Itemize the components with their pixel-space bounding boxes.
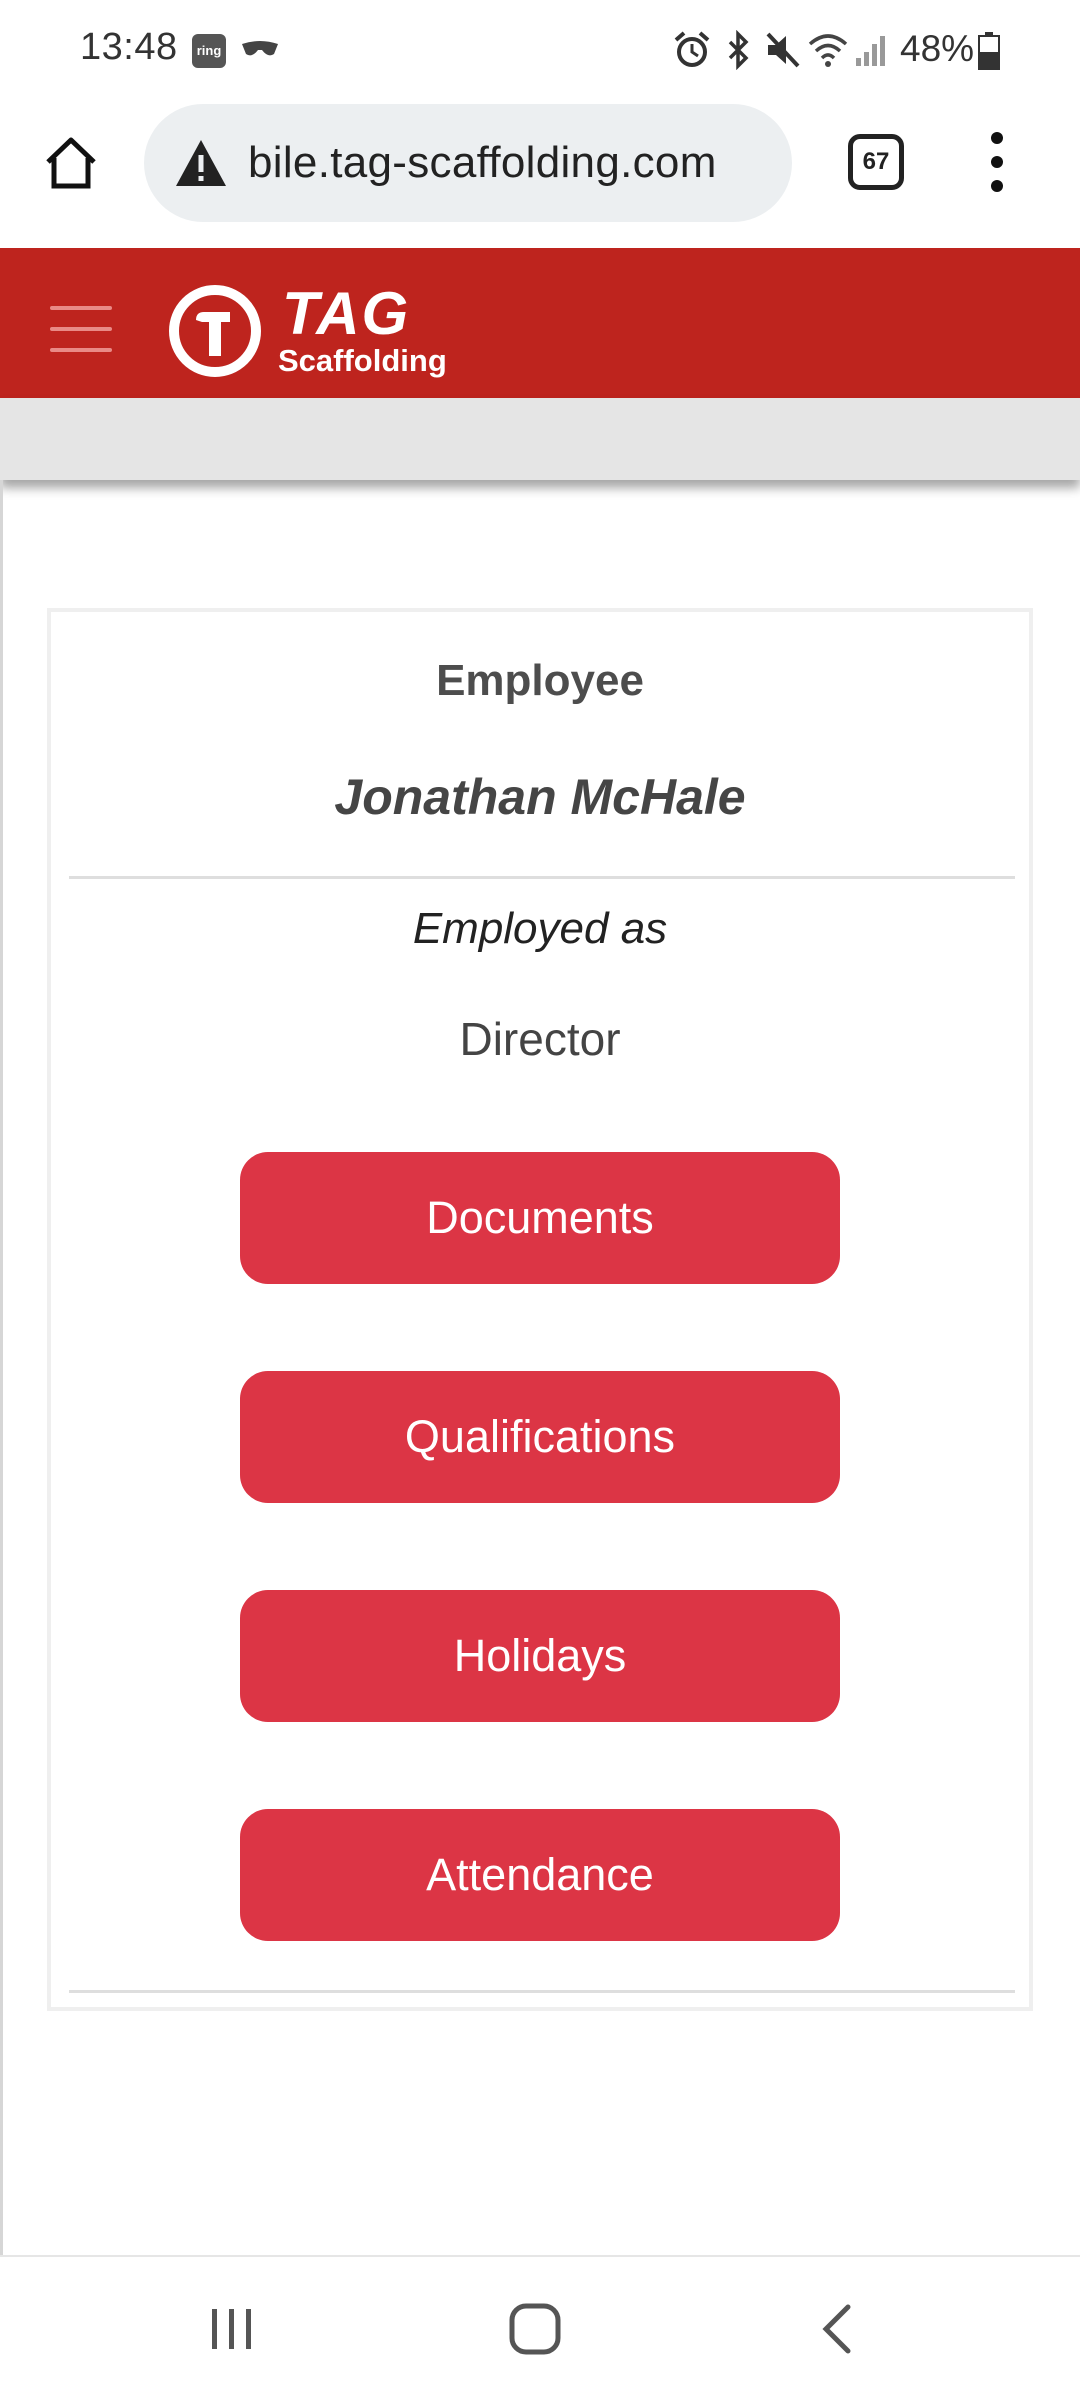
ring-icon: ring xyxy=(192,34,226,68)
employee-name: Jonathan McHale xyxy=(334,769,746,825)
home-icon[interactable] xyxy=(505,2299,565,2359)
page-left-border xyxy=(0,480,3,2255)
mute-icon xyxy=(766,32,800,68)
holidays-button[interactable]: Holidays xyxy=(240,1590,840,1722)
status-bar: 13:48 ring 48% xyxy=(0,0,1080,100)
card-title: Employee xyxy=(436,656,644,705)
more-vert-icon[interactable] xyxy=(982,130,1012,194)
battery-icon xyxy=(978,32,1000,70)
documents-button[interactable]: Documents xyxy=(240,1152,840,1284)
wifi-icon xyxy=(808,34,848,67)
alarm-icon xyxy=(674,31,710,67)
signal-icon xyxy=(856,36,885,66)
system-nav-bar xyxy=(0,2255,1080,2400)
subheader-band xyxy=(0,398,1080,480)
employed-as-label: Employed as xyxy=(412,904,668,953)
bluetooth-icon xyxy=(728,30,749,70)
address-bar[interactable]: bile.tag-scaffolding.com xyxy=(144,104,792,222)
back-icon[interactable] xyxy=(808,2299,868,2359)
glasses-icon xyxy=(242,41,278,56)
browser-toolbar: bile.tag-scaffolding.com 67 xyxy=(0,100,1080,248)
tag-logo-icon xyxy=(169,285,261,377)
employee-role: Director xyxy=(459,1013,621,1065)
url-text[interactable]: bile.tag-scaffolding.com xyxy=(248,138,717,188)
logo-subtitle: Scaffolding xyxy=(278,343,447,378)
status-time: 13:48 xyxy=(80,26,178,68)
hamburger-menu-icon[interactable] xyxy=(50,306,112,352)
divider xyxy=(69,876,1015,879)
recents-icon[interactable] xyxy=(202,2299,262,2359)
logo-wordmark: TAG xyxy=(282,280,411,347)
qualifications-button[interactable]: Qualifications xyxy=(240,1371,840,1503)
divider xyxy=(69,1990,1015,1993)
warning-icon[interactable] xyxy=(174,138,228,188)
home-icon[interactable] xyxy=(42,134,100,192)
employee-card: Employee Jonathan McHale Employed as Dir… xyxy=(47,608,1033,2011)
attendance-button[interactable]: Attendance xyxy=(240,1809,840,1941)
tabs-icon[interactable]: 67 xyxy=(848,134,904,190)
app-header: TAG Scaffolding xyxy=(0,248,1080,398)
battery-percentage: 48% xyxy=(900,28,975,69)
